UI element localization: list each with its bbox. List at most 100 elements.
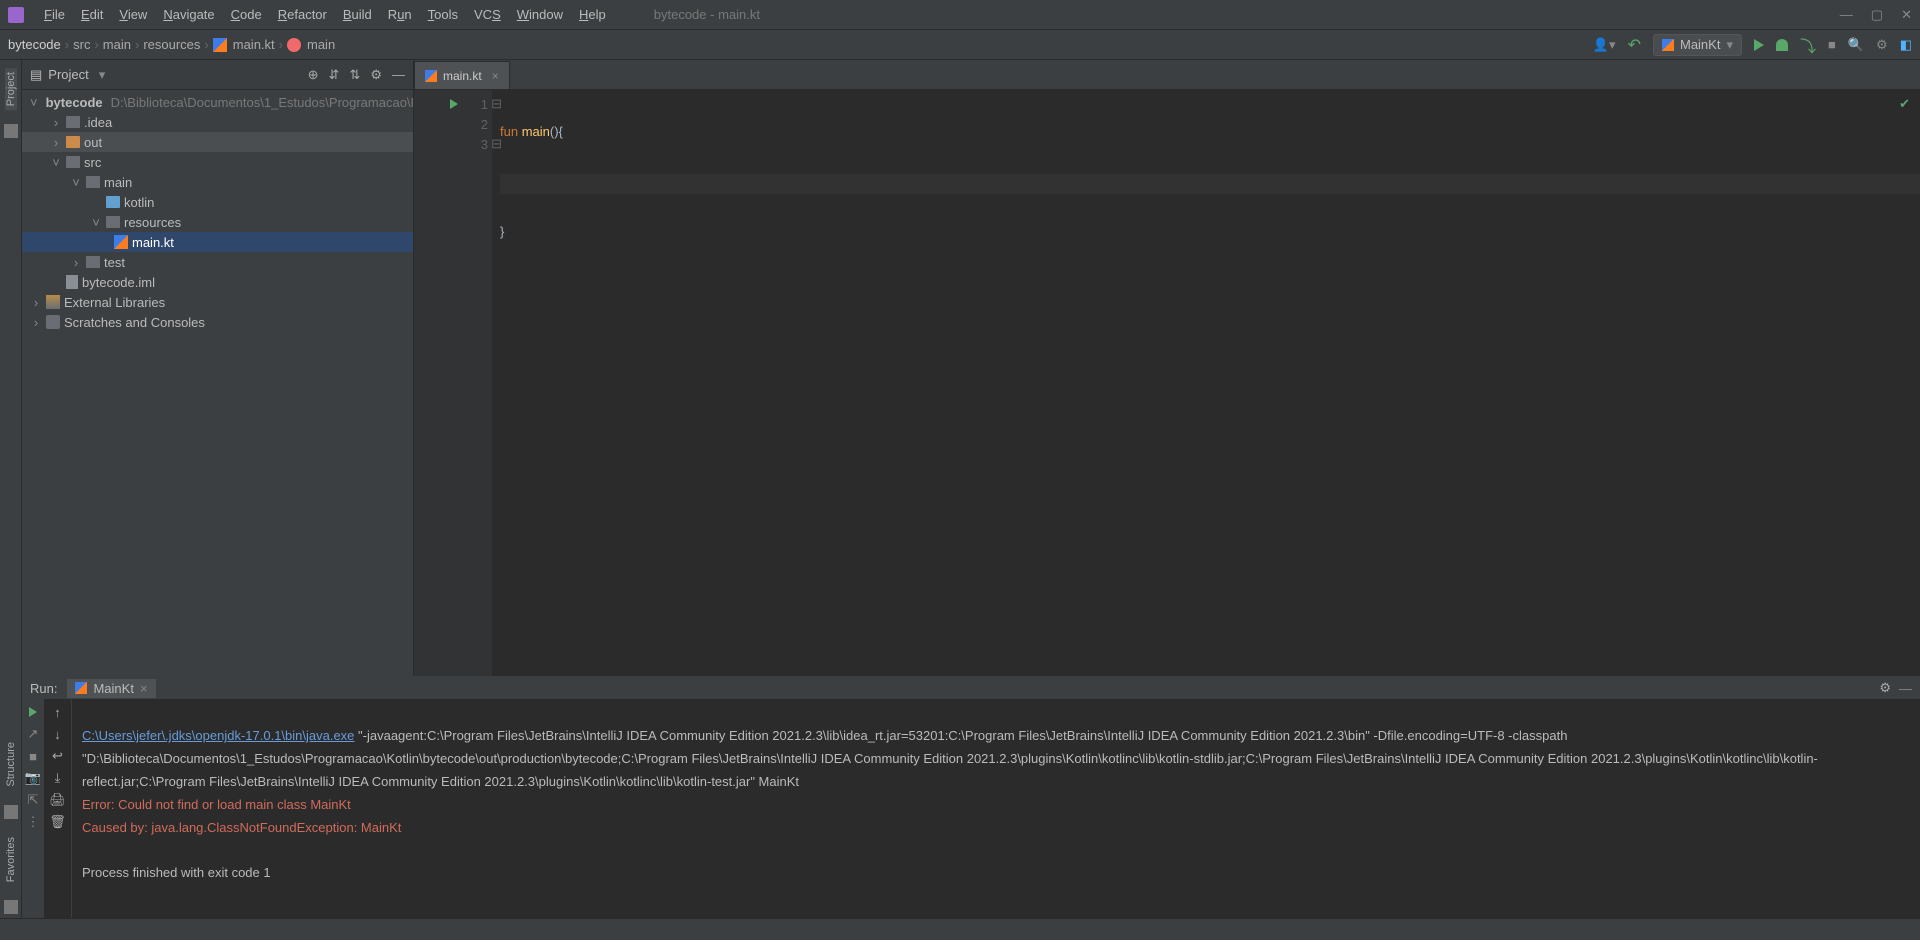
collapse-all-icon[interactable]: ⇅: [349, 67, 360, 83]
crumb-resources[interactable]: resources: [143, 37, 200, 52]
code-area[interactable]: fun main(){ }: [492, 90, 1920, 676]
tree-main[interactable]: ˅ main: [22, 172, 413, 192]
tree-idea[interactable]: › .idea: [22, 112, 413, 132]
down-icon[interactable]: ↓: [51, 727, 65, 741]
editor-gutter: 1⊟ 2 3⊟: [414, 90, 492, 676]
menu-help[interactable]: Help: [571, 7, 614, 22]
close-tab-icon[interactable]: ×: [492, 69, 499, 83]
search-icon[interactable]: 🔍: [1848, 37, 1864, 53]
menu-refactor[interactable]: Refactor: [270, 7, 335, 22]
tree-kotlin[interactable]: kotlin: [22, 192, 413, 212]
add-user-icon[interactable]: 👤▾: [1593, 37, 1616, 53]
gear-icon[interactable]: ⚙: [1879, 680, 1891, 696]
exit-icon[interactable]: ⇱: [26, 793, 40, 807]
scratch-icon: [46, 315, 60, 329]
minimize-icon[interactable]: —: [1840, 7, 1853, 23]
crumb-main[interactable]: main: [103, 37, 131, 52]
tree-external[interactable]: › External Libraries: [22, 292, 413, 312]
close-tab-icon[interactable]: ×: [140, 681, 148, 696]
run-button[interactable]: [1754, 39, 1764, 51]
menu-tools[interactable]: Tools: [420, 7, 466, 22]
clear-icon[interactable]: 🗑: [51, 815, 65, 829]
run-config-selector[interactable]: MainKt ▾: [1653, 34, 1742, 56]
folder-icon: [66, 116, 80, 128]
crumb-project[interactable]: bytecode: [8, 37, 61, 52]
stop-button[interactable]: ■: [1828, 37, 1836, 52]
console-output[interactable]: C:\Users\jefer\.jdks\openjdk-17.0.1\bin\…: [72, 699, 1920, 918]
menu-code[interactable]: Code: [223, 7, 270, 22]
project-panel-title[interactable]: Project: [48, 67, 88, 82]
scroll-end-icon[interactable]: ⤓: [51, 771, 65, 785]
debug-button[interactable]: [1776, 39, 1788, 51]
coverage-button[interactable]: ⤵: [1800, 33, 1816, 57]
project-panel-header: ▤ Project ▾ ⊕ ⇵ ⇅ ⚙ —: [22, 60, 413, 90]
tree-mainkt[interactable]: main.kt: [22, 232, 413, 252]
menu-window[interactable]: Window: [509, 7, 571, 22]
kotlin-logo-icon: [1662, 39, 1674, 51]
menu-run[interactable]: Run: [380, 7, 420, 22]
folder-icon: [86, 256, 100, 268]
tree-src[interactable]: ˅ src: [22, 152, 413, 172]
editor-tab-mainkt[interactable]: main.kt ×: [414, 61, 510, 89]
stop-square-icon[interactable]: ■: [26, 749, 40, 763]
menu-file[interactable]: File: [36, 7, 73, 22]
crumb-fn[interactable]: main: [307, 37, 335, 52]
editor: main.kt × 1⊟ 2 3⊟ fun main(){ }: [414, 60, 1920, 676]
project-panel: ▤ Project ▾ ⊕ ⇵ ⇅ ⚙ — ˅ byteco: [22, 60, 414, 676]
menu-vcs[interactable]: VCS: [466, 7, 509, 22]
menu-navigate[interactable]: Navigate: [155, 7, 222, 22]
close-icon[interactable]: ✕: [1901, 7, 1912, 23]
menu-view[interactable]: View: [111, 7, 155, 22]
select-opened-file-icon[interactable]: ⊕: [308, 67, 319, 83]
menu-edit[interactable]: Edit: [73, 7, 111, 22]
run-tab[interactable]: MainKt ×: [67, 679, 155, 698]
window-title: bytecode - main.kt: [654, 7, 760, 22]
chevron-down-icon[interactable]: ▾: [99, 67, 106, 83]
structure-icon[interactable]: [4, 805, 18, 819]
side-tab-project[interactable]: Project: [5, 68, 17, 110]
tree-test[interactable]: › test: [22, 252, 413, 272]
chevron-down-icon: ▾: [1726, 37, 1733, 53]
console-error-1: Error: Could not find or load main class…: [82, 797, 351, 812]
inspection-ok-icon[interactable]: ✔: [1899, 96, 1910, 112]
tree-root[interactable]: ˅ bytecode D:\Biblioteca\Documentos\1_Es…: [22, 92, 413, 112]
run-tab-label: MainKt: [93, 681, 133, 696]
maximize-icon[interactable]: ▢: [1871, 7, 1883, 23]
print-icon[interactable]: 🖨: [51, 793, 65, 807]
side-tab-favorites[interactable]: Favorites: [5, 833, 17, 886]
hide-panel-icon[interactable]: —: [392, 67, 405, 83]
side-tab-structure[interactable]: Structure: [5, 738, 17, 791]
run-header: Run: MainKt × ⚙ —: [22, 677, 1920, 699]
run-toolbar-left: ↗ ■ 📷 ⇱ ⋮: [22, 699, 44, 918]
more-icon[interactable]: ⋮: [26, 815, 40, 829]
tree-scratches[interactable]: › Scratches and Consoles: [22, 312, 413, 332]
settings-icon[interactable]: ⚙: [1876, 37, 1888, 53]
up-icon[interactable]: ↑: [51, 705, 65, 719]
tree-resources[interactable]: ˅ resources: [22, 212, 413, 232]
soft-wrap-icon[interactable]: ↩: [51, 749, 65, 763]
favorites-icon[interactable]: [4, 900, 18, 914]
crumb-src[interactable]: src: [73, 37, 90, 52]
undo-arrow-icon[interactable]: ↶: [1628, 35, 1641, 55]
tree-out[interactable]: › out: [22, 132, 413, 152]
hide-panel-icon[interactable]: —: [1899, 681, 1912, 696]
expand-all-icon[interactable]: ⇵: [329, 67, 340, 83]
console-java-path[interactable]: C:\Users\jefer\.jdks\openjdk-17.0.1\bin\…: [82, 728, 354, 743]
rerun-icon[interactable]: [26, 705, 40, 719]
bookmark-icon[interactable]: [4, 124, 18, 138]
folder-icon: [66, 156, 80, 168]
code-fn-name: main: [522, 124, 550, 139]
kotlin-file-icon: [213, 38, 227, 52]
editor-body[interactable]: 1⊟ 2 3⊟ fun main(){ } ✔: [414, 90, 1920, 676]
gear-icon[interactable]: ⚙: [370, 67, 382, 83]
tree-iml[interactable]: bytecode.iml: [22, 272, 413, 292]
ide-update-icon[interactable]: ◧: [1900, 37, 1912, 53]
menu-build[interactable]: Build: [335, 7, 380, 22]
gutter-run-icon[interactable]: [450, 99, 458, 109]
folder-icon: [106, 216, 120, 228]
project-tree[interactable]: ˅ bytecode D:\Biblioteca\Documentos\1_Es…: [22, 90, 413, 676]
crumb-file[interactable]: main.kt: [233, 37, 275, 52]
dump-icon[interactable]: 📷: [26, 771, 40, 785]
left-tool-strip: Project Structure Favorites: [0, 60, 22, 918]
stop-icon[interactable]: ↗: [26, 727, 40, 741]
